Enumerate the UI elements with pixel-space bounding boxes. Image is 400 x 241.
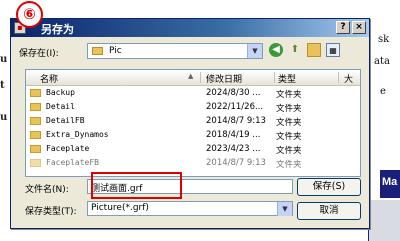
filetype-value: Picture(*.grf) xyxy=(91,203,149,213)
sort-up-icon: ▲ xyxy=(188,72,194,80)
filename-value: 测试画面.grf xyxy=(91,184,143,194)
file-date: 2024/8/30 ... xyxy=(206,88,261,98)
filename-label: 文件名(N): xyxy=(25,185,69,195)
save-in-value: Pic xyxy=(109,46,122,56)
dialog-title: 另存为 xyxy=(41,23,74,36)
save-in-dropdown[interactable]: Pic ▼ xyxy=(87,43,263,59)
list-item[interactable]: Faceplate 2023/4/23 ... 文件夹 xyxy=(26,143,360,156)
column-size[interactable]: 大 xyxy=(344,72,353,85)
folder-icon xyxy=(30,117,41,125)
list-item[interactable]: Extra_Dynamos 2018/4/19 ... 文件夹 xyxy=(26,129,360,142)
chevron-down-icon[interactable]: ▼ xyxy=(277,202,292,216)
filetype-dropdown[interactable]: Picture(*.grf) ▼ xyxy=(87,201,293,216)
back-icon[interactable]: ◀ xyxy=(269,43,283,57)
file-type: 文件夹 xyxy=(276,90,302,100)
list-item[interactable]: DetailFB 2014/8/7 9:13 文件夹 xyxy=(26,115,360,128)
column-type[interactable]: 类型 xyxy=(278,72,296,85)
folder-icon xyxy=(30,89,41,97)
folder-icon xyxy=(30,159,41,167)
file-name: Faceplate xyxy=(46,144,90,153)
save-in-label: 保存在(I): xyxy=(19,49,59,59)
background-panel xyxy=(368,200,400,241)
background-text: sk xyxy=(378,34,390,45)
file-list-header: 名称 ▲ 修改日期 类型 大 xyxy=(26,70,360,86)
save-as-dialog: ▪ 另存为 ? × 保存在(I): Pic ▼ ◀ ⬆ ▦ 名称 ▲ 修改日期 … xyxy=(10,18,370,229)
save-button[interactable]: 保存(S) xyxy=(297,178,361,196)
folder-icon xyxy=(30,145,41,153)
file-name: DetailFB xyxy=(46,116,85,125)
file-type: 文件夹 xyxy=(276,104,302,114)
new-folder-icon[interactable] xyxy=(307,43,321,57)
file-date: 2014/8/7 9:13 xyxy=(206,158,266,168)
file-list[interactable]: 名称 ▲ 修改日期 类型 大 Backup 2024/8/30 ... 文件夹 … xyxy=(25,69,361,177)
up-folder-icon[interactable]: ⬆ xyxy=(288,43,302,57)
file-type: 文件夹 xyxy=(276,160,302,170)
list-item[interactable]: Backup 2024/8/30 ... 文件夹 xyxy=(26,87,360,100)
filename-input[interactable]: 测试画面.grf xyxy=(87,179,293,194)
file-type: 文件夹 xyxy=(276,118,302,128)
background-text: e xyxy=(380,86,386,97)
file-type: 文件夹 xyxy=(276,146,302,156)
view-menu-icon[interactable]: ▦ xyxy=(326,43,340,57)
close-button[interactable]: × xyxy=(352,21,366,34)
file-date: 2022/11/26... xyxy=(206,102,264,112)
file-name: FaceplateFB xyxy=(46,158,99,167)
list-item[interactable]: FaceplateFB 2014/8/7 9:13 文件夹 xyxy=(26,157,360,170)
step-number-badge: ⑥ xyxy=(16,1,43,28)
file-type: 文件夹 xyxy=(276,132,302,142)
file-date: 2014/8/7 9:13 xyxy=(206,116,266,126)
chevron-down-icon[interactable]: ▼ xyxy=(247,44,262,58)
file-name: Backup xyxy=(46,88,75,97)
background-text: ata xyxy=(374,56,390,67)
file-name: Detail xyxy=(46,102,75,111)
folder-icon xyxy=(92,47,103,55)
column-name[interactable]: 名称 xyxy=(40,72,58,85)
help-button[interactable]: ? xyxy=(336,21,350,34)
cancel-button[interactable]: 取消 xyxy=(297,202,361,220)
file-date: 2018/4/19 ... xyxy=(206,130,261,140)
background-panel-header: Ma xyxy=(380,170,400,198)
filetype-label: 保存类型(T): xyxy=(25,207,77,217)
column-date[interactable]: 修改日期 xyxy=(206,72,242,85)
file-date: 2023/4/23 ... xyxy=(206,144,261,154)
list-item[interactable]: Detail 2022/11/26... 文件夹 xyxy=(26,101,360,114)
dialog-titlebar[interactable]: ▪ 另存为 ? × xyxy=(11,19,369,37)
folder-icon xyxy=(30,131,41,139)
folder-icon xyxy=(30,103,41,111)
file-name: Extra_Dynamos xyxy=(46,130,109,139)
